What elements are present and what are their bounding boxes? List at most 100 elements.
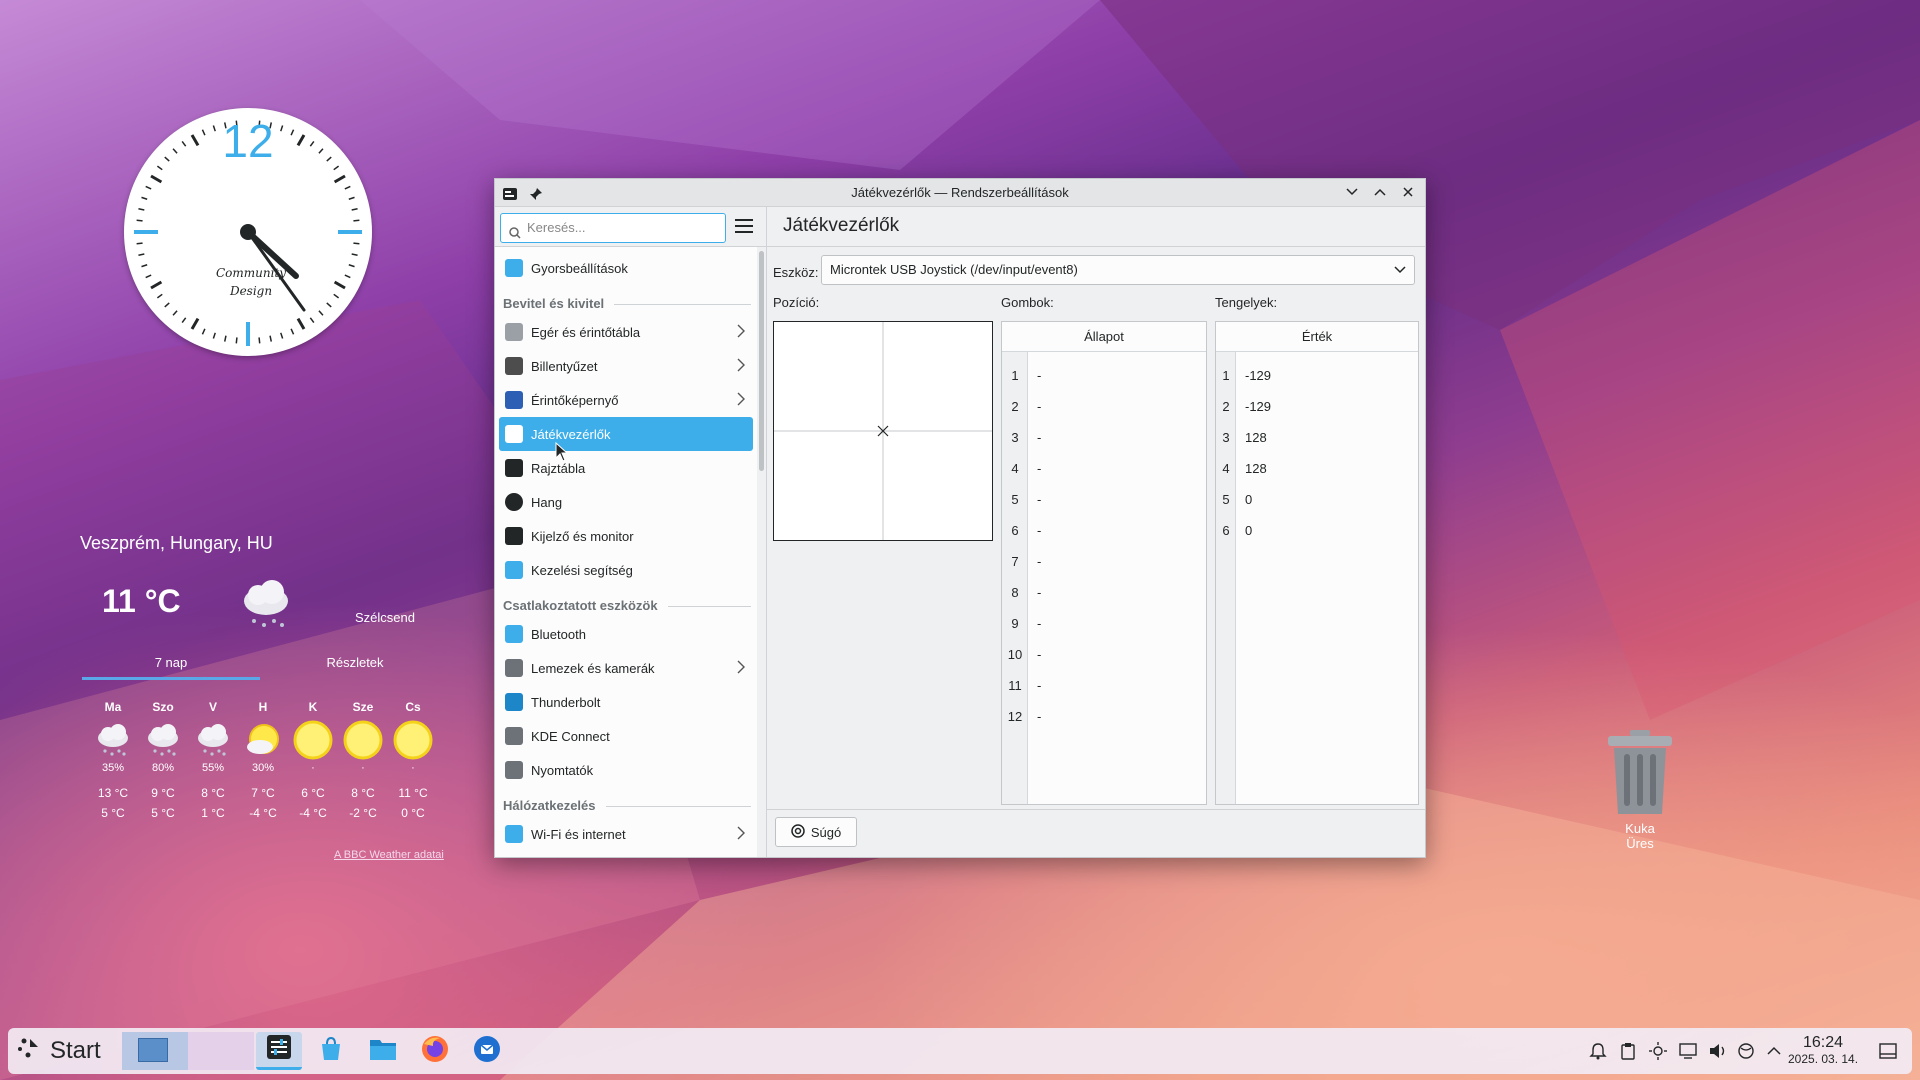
section-heading-label: Bevitel és kivitel bbox=[503, 296, 605, 311]
sidebar-item[interactable]: Hang bbox=[499, 485, 753, 519]
chevron-up-icon[interactable] bbox=[1764, 1041, 1784, 1061]
sidebar-item[interactable]: Nyomtatók bbox=[499, 753, 753, 787]
taskbar-thunderbird[interactable] bbox=[464, 1032, 510, 1070]
maximize-button[interactable] bbox=[1371, 183, 1389, 201]
clock-tick bbox=[318, 310, 324, 316]
trash-desktop-icon[interactable]: Kuka Üres bbox=[1596, 728, 1684, 851]
footer-divider bbox=[767, 809, 1425, 810]
clock-tick bbox=[344, 274, 351, 279]
analog-clock-widget[interactable]: 12 Community Design bbox=[124, 108, 372, 356]
sidebar-item-label: Bluetooth bbox=[531, 626, 586, 642]
notifications-icon[interactable] bbox=[1588, 1041, 1608, 1061]
sidebar-item-icon bbox=[505, 825, 523, 843]
row-value: 0 bbox=[1245, 523, 1253, 538]
brightness-icon[interactable] bbox=[1648, 1041, 1668, 1061]
sidebar-item-label: Rajztábla bbox=[531, 460, 586, 476]
sidebar: Gyorsbeállítások Bevitel és kivitel Egér … bbox=[495, 247, 757, 857]
sidebar-item[interactable]: Lemezek és kamerák bbox=[499, 651, 753, 685]
forecast-day: H 30% 7 °C -4 °C bbox=[238, 700, 288, 826]
row-value: 128 bbox=[1245, 461, 1267, 476]
row-value: - bbox=[1037, 678, 1042, 693]
scrollbar-thumb[interactable] bbox=[759, 251, 764, 471]
sidebar-item[interactable]: Kijelző és monitor bbox=[499, 519, 753, 553]
help-icon bbox=[791, 823, 805, 841]
system-settings-window[interactable]: Játékvezérlők — Rendszerbeállítások Kere… bbox=[494, 178, 1426, 858]
buttons-table: Állapot 1-2-3-4-5-6-7-8-9-10-11-12- bbox=[1001, 321, 1207, 805]
forecast-day: Szo 80% 9 °C 5 °C bbox=[138, 700, 188, 826]
clock-tick bbox=[201, 328, 206, 335]
titlebar[interactable]: Játékvezérlők — Rendszerbeállítások bbox=[495, 179, 1425, 207]
tab-indicator bbox=[82, 677, 260, 680]
forecast-day: Ma 35% 13 °C 5 °C bbox=[88, 700, 138, 826]
clock-tick bbox=[141, 196, 148, 200]
tab-details[interactable]: Részletek bbox=[266, 655, 444, 670]
row-index: 11 bbox=[1008, 678, 1022, 693]
sidebar-item[interactable]: Rajztábla bbox=[499, 451, 753, 485]
forecast-low: 1 °C bbox=[201, 806, 225, 820]
table-row: 3 128 bbox=[1216, 422, 1418, 453]
desktop-pager-1[interactable] bbox=[122, 1032, 188, 1070]
weather-credit-link[interactable]: A BBC Weather adatai bbox=[334, 849, 444, 861]
sidebar-item[interactable]: Érintőképernyő bbox=[499, 383, 753, 417]
clock-tick bbox=[333, 280, 346, 290]
rain-cloud-icon bbox=[88, 718, 138, 762]
sidebar-item-label: Kezelési segítség bbox=[531, 562, 633, 578]
sidebar-item[interactable]: Bluetooth bbox=[499, 617, 753, 651]
sidebar-scrollbar[interactable] bbox=[757, 247, 766, 857]
sidebar-item[interactable]: Wi-Fi és internet bbox=[499, 817, 753, 851]
desktop-pager-2[interactable] bbox=[188, 1032, 254, 1070]
device-select-value: Microntek USB Joystick (/dev/input/event… bbox=[830, 262, 1078, 277]
clock-time: 16:24 bbox=[1803, 1034, 1844, 1051]
volume-icon[interactable] bbox=[1708, 1041, 1728, 1061]
sidebar-item[interactable]: Billentyűzet bbox=[499, 349, 753, 383]
forecast-high: 9 °C bbox=[151, 786, 175, 800]
forecast-high: 11 °C bbox=[398, 786, 428, 800]
network-icon[interactable] bbox=[1736, 1041, 1756, 1061]
position-crosshair bbox=[774, 322, 992, 540]
help-button[interactable]: Súgó bbox=[775, 817, 857, 847]
clock-tick bbox=[296, 317, 306, 330]
clock-tick bbox=[145, 185, 152, 190]
close-button[interactable] bbox=[1399, 183, 1417, 201]
axes-table: Érték 1 -129 2 -129 3 128 4 128 5 0 6 0 bbox=[1215, 321, 1419, 805]
sidebar-item-label: Gyorsbeállítások bbox=[531, 260, 628, 276]
weather-temperature: 11 °C bbox=[102, 583, 181, 619]
display-icon[interactable] bbox=[1678, 1041, 1698, 1061]
taskbar-dolphin[interactable] bbox=[360, 1032, 406, 1070]
weather-wind: Szélcsend bbox=[355, 610, 415, 625]
forecast-day-name: Ma bbox=[104, 700, 122, 714]
taskbar-system-settings[interactable] bbox=[256, 1032, 302, 1070]
sidebar-item[interactable]: Thunderbolt bbox=[499, 685, 753, 719]
sidebar-item[interactable]: Kezelési segítség bbox=[499, 553, 753, 587]
row-index: 1 bbox=[1222, 368, 1230, 383]
minimize-button[interactable] bbox=[1343, 183, 1361, 201]
axes-label: Tengelyek: bbox=[1215, 295, 1278, 310]
hamburger-menu-icon[interactable] bbox=[735, 218, 753, 234]
device-select[interactable]: Microntek USB Joystick (/dev/input/event… bbox=[821, 255, 1415, 285]
weather-widget[interactable]: Veszprém, Hungary, HU 11 °C Szélcsend 7 … bbox=[70, 525, 460, 865]
tab-7-days[interactable]: 7 nap bbox=[82, 655, 260, 670]
trash-label: Kuka bbox=[1625, 821, 1655, 836]
table-row: 3- bbox=[1002, 422, 1206, 453]
taskbar-discover[interactable] bbox=[308, 1032, 354, 1070]
row-index: 7 bbox=[1011, 554, 1019, 569]
show-desktop-icon[interactable] bbox=[1878, 1041, 1898, 1061]
sidebar-item[interactable]: Egér és érintőtábla bbox=[499, 315, 753, 349]
trash-status: Üres bbox=[1626, 836, 1654, 851]
sun-icon bbox=[338, 718, 388, 762]
start-button[interactable]: Start bbox=[16, 1034, 101, 1068]
sidebar-item[interactable]: KDE Connect bbox=[499, 719, 753, 753]
row-index: 2 bbox=[1222, 399, 1230, 414]
table-row: 4- bbox=[1002, 453, 1206, 484]
position-display bbox=[773, 321, 993, 541]
digital-clock[interactable]: 16:24 2025. 03. 14. bbox=[1788, 1034, 1858, 1066]
search-input[interactable]: Keresés... bbox=[500, 213, 726, 243]
clock-tick bbox=[172, 310, 178, 316]
taskbar-firefox[interactable] bbox=[412, 1032, 458, 1070]
table-row: 12- bbox=[1002, 701, 1206, 732]
sidebar-item-quick-settings[interactable]: Gyorsbeállítások bbox=[499, 251, 753, 285]
sidebar-item-label: Wi-Fi és internet bbox=[531, 826, 626, 842]
sun-icon bbox=[288, 718, 338, 762]
sidebar-item[interactable]: Játékvezérlők bbox=[499, 417, 753, 451]
clipboard-icon[interactable] bbox=[1618, 1041, 1638, 1061]
